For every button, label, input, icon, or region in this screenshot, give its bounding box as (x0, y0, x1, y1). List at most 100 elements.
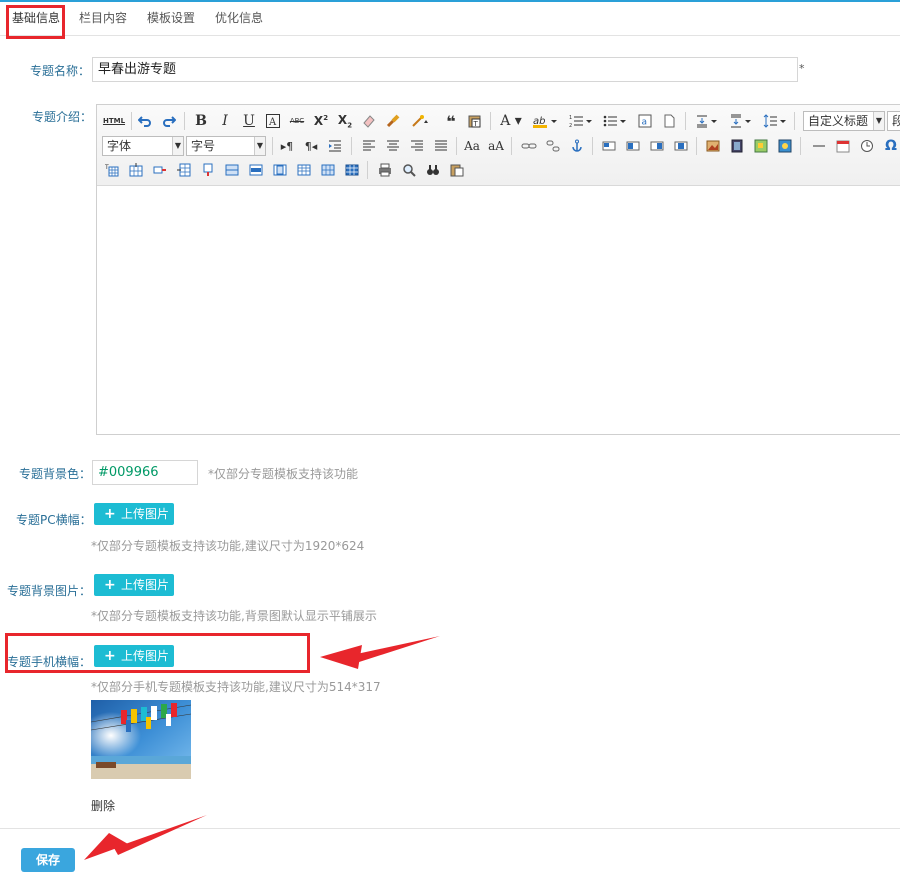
special-char-button[interactable]: Ω (881, 136, 900, 156)
undo-icon (138, 116, 151, 127)
ltr-button[interactable]: ▸¶ (277, 136, 297, 156)
omega-icon: Ω (885, 138, 897, 154)
delete-image-link[interactable]: 删除 (91, 797, 115, 814)
line-height-button[interactable] (761, 111, 789, 131)
split-cols-button[interactable] (342, 160, 362, 180)
tab-seo-info[interactable]: 优化信息 (215, 2, 263, 35)
italic-button[interactable]: I (215, 111, 235, 131)
blockquote-button[interactable]: ❝ (441, 111, 461, 131)
insert-gmap-button[interactable] (775, 136, 795, 156)
align-right-button[interactable] (407, 136, 427, 156)
insert-table-button[interactable]: T (102, 160, 122, 180)
image-center-button[interactable] (671, 136, 691, 156)
mobile-banner-upload-button[interactable]: + 上传图片 (94, 645, 174, 667)
topic-name-label: 专题名称： (30, 64, 91, 78)
insert-time-button[interactable] (857, 136, 877, 156)
unordered-list-button[interactable] (601, 111, 629, 131)
delete-col-button[interactable] (198, 160, 218, 180)
rtl-button[interactable]: ¶◂ (301, 136, 321, 156)
topic-name-input[interactable]: 早春出游专题 (92, 57, 798, 82)
anchor-button[interactable] (567, 136, 587, 156)
image-left-button[interactable] (623, 136, 643, 156)
highlight-color-button[interactable]: ab (531, 111, 561, 131)
insert-video-button[interactable] (727, 136, 747, 156)
link-button[interactable] (519, 136, 539, 156)
ltr-icon: ▸¶ (280, 139, 294, 153)
horizontal-rule-button[interactable] (809, 136, 829, 156)
insert-row-before-button[interactable] (126, 160, 146, 180)
paste-plain-button[interactable]: T (465, 111, 485, 131)
bg-image-upload-button[interactable]: + 上传图片 (94, 574, 174, 596)
align-left-button[interactable] (359, 136, 379, 156)
editor-content-area[interactable] (97, 186, 900, 434)
image-right-button[interactable] (647, 136, 667, 156)
font-border-icon: A (266, 114, 280, 128)
image-float-none-button[interactable] (599, 136, 619, 156)
strikethrough-button[interactable]: ABC (287, 111, 307, 131)
split-cells-button[interactable] (294, 160, 314, 180)
insert-map-button[interactable] (751, 136, 771, 156)
subscript-button[interactable]: X2 (335, 111, 355, 131)
ordered-list-icon: 12 (569, 115, 592, 128)
ordered-list-button[interactable]: 12 (567, 111, 595, 131)
eraser-button[interactable] (359, 111, 379, 131)
undo-button[interactable] (135, 111, 155, 131)
clipboard-icon (450, 164, 464, 177)
tab-column-content[interactable]: 栏目内容 (79, 2, 127, 35)
uppercase-button[interactable]: Aa (462, 136, 482, 156)
spacing-bottom-icon (731, 114, 751, 128)
lowercase-button[interactable]: aA (486, 136, 506, 156)
pc-banner-upload-button[interactable]: + 上传图片 (94, 503, 174, 525)
mobile-banner-thumbnail (91, 700, 191, 779)
upload-button-label: 上传图片 (121, 578, 170, 592)
align-justify-button[interactable] (431, 136, 451, 156)
magic-wand-icon (412, 115, 428, 127)
tab-basic-info[interactable]: 基础信息 (12, 2, 60, 35)
merge-cells-button[interactable] (222, 160, 242, 180)
drafts-button[interactable] (447, 160, 467, 180)
print-button[interactable] (375, 160, 395, 180)
unlink-button[interactable] (543, 136, 563, 156)
insert-col-button[interactable] (174, 160, 194, 180)
merge-right-icon (249, 164, 263, 176)
bold-button[interactable]: B (191, 111, 211, 131)
font-color-button[interactable]: A ▾ (497, 111, 525, 131)
delete-row-button[interactable] (150, 160, 170, 180)
auto-format-button[interactable] (407, 111, 435, 131)
image-none-icon (602, 141, 616, 151)
split-rows-button[interactable] (318, 160, 338, 180)
insert-image-button[interactable] (703, 136, 723, 156)
insert-date-button[interactable] (833, 136, 853, 156)
merge-down-button[interactable] (270, 160, 290, 180)
search-replace-button[interactable] (423, 160, 443, 180)
chevron-down-icon: ▼ (254, 137, 265, 155)
bg-image-label: 专题背景图片： (7, 584, 92, 598)
row-spacing-top-button[interactable] (693, 111, 721, 131)
quote-icon: ❝ (446, 111, 456, 131)
format-brush-button[interactable] (383, 111, 403, 131)
align-center-button[interactable] (383, 136, 403, 156)
underline-button[interactable]: U (239, 111, 259, 131)
font-size-select[interactable]: 字号 ▼ (186, 136, 266, 156)
topic-intro-label: 专题介绍： (32, 110, 93, 124)
html-source-button[interactable]: HTML (102, 111, 126, 131)
heading-select[interactable]: 自定义标题 ▼ (803, 111, 885, 131)
preview-button[interactable] (399, 160, 419, 180)
paragraph-format-select[interactable]: 段 (887, 111, 900, 131)
tab-template-settings[interactable]: 模板设置 (147, 2, 195, 35)
image-left-icon (626, 141, 640, 151)
superscript-button[interactable]: X2 (311, 111, 331, 131)
anchor-text-button[interactable]: a (635, 111, 655, 131)
format-brush-icon (386, 114, 400, 128)
chevron-down-icon: ▼ (172, 137, 183, 155)
new-document-button[interactable] (659, 111, 679, 131)
redo-button[interactable] (159, 111, 179, 131)
bgcolor-input[interactable]: #009966 (92, 460, 198, 485)
merge-right-button[interactable] (246, 160, 266, 180)
pc-banner-label: 专题PC横幅： (16, 513, 92, 527)
font-family-select[interactable]: 字体 ▼ (102, 136, 184, 156)
save-button[interactable]: 保存 (21, 848, 75, 872)
row-spacing-bottom-button[interactable] (727, 111, 755, 131)
indent-button[interactable] (325, 136, 345, 156)
font-border-button[interactable]: A (263, 111, 283, 131)
